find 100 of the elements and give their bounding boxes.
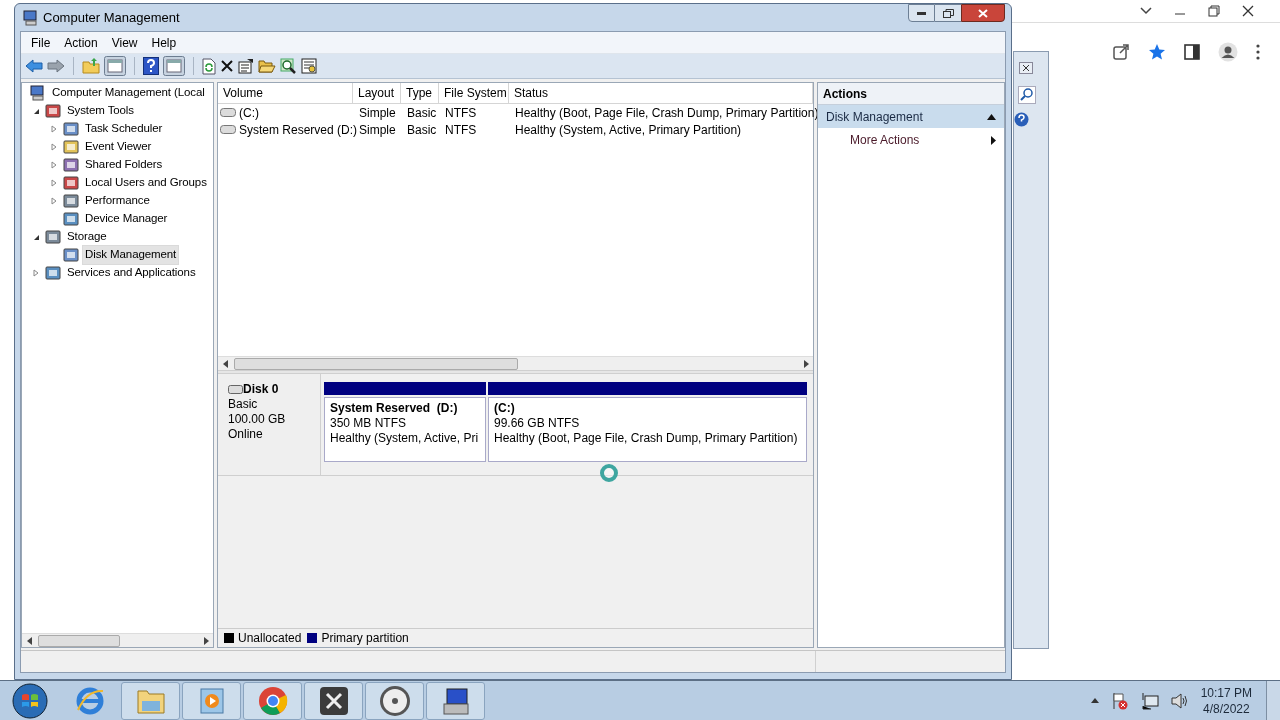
chrome-icon[interactable] xyxy=(257,685,288,716)
horizontal-scrollbar[interactable] xyxy=(218,356,813,370)
legend-label: Primary partition xyxy=(321,630,409,647)
snap-in-icon xyxy=(63,175,79,191)
forward-arrow-icon[interactable] xyxy=(47,58,65,74)
browser-e-icon[interactable] xyxy=(75,685,105,716)
table-cell-text: Simple xyxy=(359,121,396,139)
show-pane-icon[interactable] xyxy=(104,56,126,76)
snap-in-icon xyxy=(63,157,79,173)
horizontal-scrollbar[interactable] xyxy=(22,633,213,647)
clock-time[interactable]: 10:17 PM xyxy=(1200,684,1252,701)
snap-in-icon xyxy=(45,265,61,281)
minimize-button[interactable] xyxy=(908,4,935,22)
collapse-triangle-icon[interactable] xyxy=(32,107,40,115)
disk-name: Disk 0 xyxy=(243,382,279,397)
profile-icon[interactable] xyxy=(1218,42,1238,62)
settings-icon[interactable] xyxy=(301,58,317,74)
window-title: Computer Management xyxy=(43,8,180,27)
clock-date[interactable]: 4/8/2022 xyxy=(1202,700,1250,717)
scroll-thumb[interactable] xyxy=(38,634,120,647)
magnifier-icon[interactable] xyxy=(280,58,297,74)
maximize-button[interactable] xyxy=(935,4,961,22)
chevron-down-icon[interactable] xyxy=(1140,7,1152,15)
column-header[interactable]: File System xyxy=(439,83,509,103)
drive-icon xyxy=(220,125,236,134)
snap-in-icon xyxy=(63,139,79,155)
expand-triangle-icon[interactable] xyxy=(33,269,39,277)
collapse-icon[interactable] xyxy=(987,113,996,120)
expand-triangle-icon[interactable] xyxy=(51,161,57,169)
help-icon[interactable] xyxy=(143,57,159,75)
flag-error-icon[interactable] xyxy=(1110,691,1129,710)
actions-group-header[interactable]: Disk Management xyxy=(818,105,1004,128)
table-cell-text: (C:) xyxy=(239,104,259,122)
expand-triangle-icon[interactable] xyxy=(51,143,57,151)
show-hidden-icons-icon[interactable] xyxy=(1090,698,1099,703)
star-icon[interactable] xyxy=(1148,43,1166,61)
back-arrow-icon[interactable] xyxy=(25,58,43,74)
delete-icon[interactable] xyxy=(220,59,234,73)
share-icon[interactable] xyxy=(1112,43,1130,61)
media-player-icon[interactable] xyxy=(199,687,224,714)
restore-icon[interactable] xyxy=(1208,5,1220,17)
open-folder-icon[interactable] xyxy=(258,58,276,74)
disc-icon[interactable] xyxy=(378,684,411,717)
table-cell-text: Healthy (Boot, Page File, Crash Dump, Primary Partition) xyxy=(515,104,819,122)
loading-ring-icon xyxy=(600,464,618,482)
tree-item[interactable]: Disk Management xyxy=(82,245,180,265)
tree-item[interactable]: Shared Folders xyxy=(82,155,166,175)
column-header[interactable]: Volume xyxy=(218,83,353,103)
snap-in-icon xyxy=(63,211,79,227)
table-cell-text: Healthy (System, Active, Primary Partition) xyxy=(515,121,742,139)
tree-item[interactable]: Services and Applications xyxy=(64,263,199,283)
tree-item[interactable]: Storage xyxy=(64,227,110,247)
expand-triangle-icon[interactable] xyxy=(51,197,57,205)
tree-item[interactable]: Device Manager xyxy=(82,209,171,229)
show-desktop-button[interactable] xyxy=(1266,680,1280,720)
close-icon[interactable] xyxy=(1019,62,1033,74)
computer-management-icon[interactable] xyxy=(440,685,471,716)
help-icon[interactable] xyxy=(1014,112,1029,127)
side-panel-icon[interactable] xyxy=(1184,44,1200,60)
snap-in-icon xyxy=(63,247,79,263)
partition-block[interactable]: (C:) 99.66 GB NTFS Healthy (Boot, Page File, Crash Dump, Primary Partition) xyxy=(488,397,807,462)
collapse-triangle-icon[interactable] xyxy=(32,233,40,241)
tree-item[interactable]: Computer Management (Local xyxy=(49,83,208,103)
disk-size: 100.00 GB xyxy=(228,412,287,427)
table-cell-text: NTFS xyxy=(445,104,477,122)
expand-triangle-icon[interactable] xyxy=(51,125,57,133)
show-action-pane-icon[interactable] xyxy=(163,56,185,76)
menu-item[interactable]: Help xyxy=(144,32,184,53)
tree-item[interactable]: System Tools xyxy=(64,101,137,121)
partition-size: 99.66 GB NTFS xyxy=(494,416,581,431)
column-header[interactable]: Status xyxy=(509,83,813,103)
tree-item[interactable]: Task Scheduler xyxy=(82,119,166,139)
tree-item[interactable]: Local Users and Groups xyxy=(82,173,210,193)
close-icon[interactable] xyxy=(1242,5,1254,17)
menu-item[interactable]: View xyxy=(104,32,145,53)
more-icon[interactable] xyxy=(1256,44,1260,60)
start-orb-icon[interactable] xyxy=(12,682,48,719)
close-button[interactable] xyxy=(961,4,1005,22)
disk-status: Online xyxy=(228,427,264,442)
partition-block[interactable]: System Reserved (D:) 350 MB NTFS Healthy (System, Active, Pri xyxy=(324,397,486,462)
tree-item[interactable]: Performance xyxy=(82,191,153,211)
action-link[interactable]: More Actions xyxy=(818,128,1004,152)
partition-status: Healthy (Boot, Page File, Crash Dump, Primary Partition) xyxy=(494,431,799,446)
network-icon[interactable] xyxy=(1140,691,1159,710)
expand-triangle-icon[interactable] xyxy=(51,179,57,187)
menu-item[interactable]: File xyxy=(24,32,58,53)
properties-icon[interactable] xyxy=(238,58,254,74)
disk-type: Basic xyxy=(228,397,259,412)
menu-item[interactable]: Action xyxy=(57,32,105,53)
table-cell-text: Basic xyxy=(407,104,437,122)
tree-item[interactable]: Event Viewer xyxy=(82,137,155,157)
scroll-thumb[interactable] xyxy=(234,357,518,370)
submenu-arrow-icon xyxy=(991,135,996,145)
search-icon[interactable] xyxy=(1018,86,1036,104)
table-cell-text: Simple xyxy=(359,104,396,122)
refresh-icon[interactable] xyxy=(202,57,216,75)
column-header[interactable]: Type xyxy=(401,83,439,103)
speaker-icon[interactable] xyxy=(1170,692,1189,709)
table-cell-text: NTFS xyxy=(445,121,477,139)
column-header[interactable]: Layout xyxy=(353,83,401,103)
